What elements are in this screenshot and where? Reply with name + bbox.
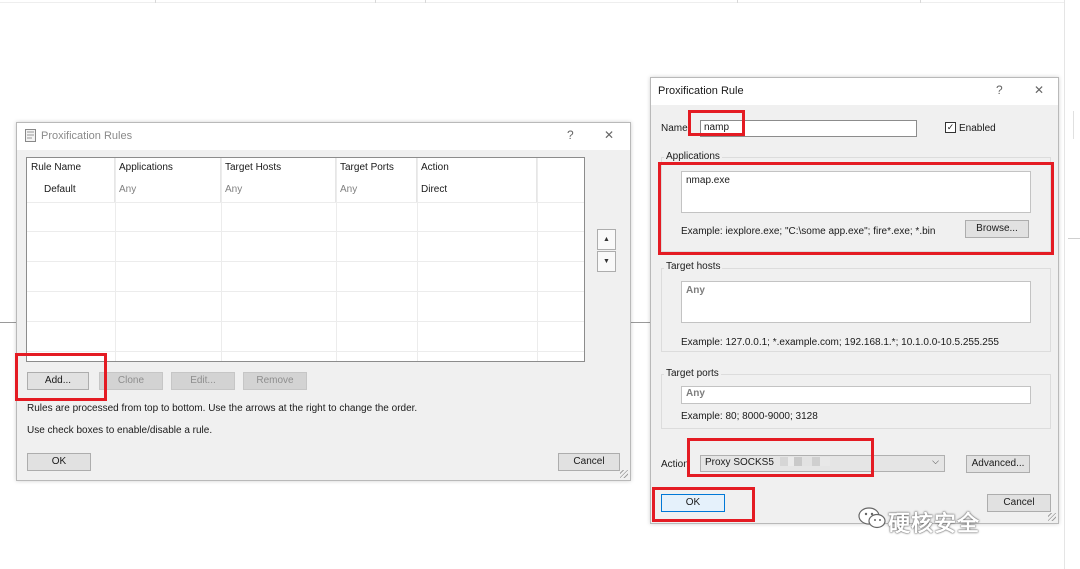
document-icon (25, 129, 36, 142)
ok-button[interactable]: OK (27, 453, 91, 471)
cancel-button[interactable]: Cancel (558, 453, 620, 471)
applications-label: Applications (664, 151, 722, 162)
applications-input[interactable]: nmap.exe (681, 171, 1031, 213)
move-down-button[interactable]: ▼ (597, 251, 616, 272)
table-header: Rule Name Applications Target Hosts Targ… (27, 158, 537, 180)
name-label: Name: (661, 123, 691, 134)
target-hosts-example: Example: 127.0.0.1; *.example.com; 192.1… (681, 337, 999, 348)
target-ports-example: Example: 80; 8000-9000; 3128 (681, 411, 818, 422)
proxification-rules-window: Proxification Rules ? ✕ Rule Name Applic… (16, 122, 631, 481)
grid-line (27, 291, 584, 292)
window-title: Proxification Rule (658, 85, 744, 97)
remove-button[interactable]: Remove (243, 372, 307, 390)
grid-column-line (221, 158, 222, 361)
advanced-button[interactable]: Advanced... (966, 455, 1030, 473)
background-divider (0, 322, 16, 323)
applications-example: Example: iexplore.exe; "C:\some app.exe"… (681, 226, 936, 237)
target-hosts-label: Target hosts (664, 261, 723, 272)
grid-column-line (336, 158, 337, 361)
ok-button[interactable]: OK (661, 494, 725, 512)
target-ports-label: Target ports (664, 368, 721, 379)
watermark-text: 硬核安全 (888, 512, 981, 537)
background-tick (155, 0, 156, 3)
cell-action: Direct (417, 180, 537, 202)
column-header-action[interactable]: Action (417, 158, 537, 180)
help-button[interactable]: ? (996, 83, 1003, 97)
grid-line (27, 231, 584, 232)
grid-line (27, 261, 584, 262)
rules-table[interactable]: Rule Name Applications Target Hosts Targ… (26, 157, 585, 362)
cell-target-hosts: Any (221, 180, 336, 202)
grid-column-line (115, 158, 116, 361)
close-button[interactable]: ✕ (604, 128, 614, 142)
enabled-checkbox[interactable]: ✓ (945, 122, 956, 133)
cancel-button[interactable]: Cancel (987, 494, 1051, 512)
grid-line (27, 351, 584, 352)
clone-button[interactable]: Clone (99, 372, 163, 390)
grid-line (27, 202, 584, 203)
grid-column-line (537, 158, 538, 361)
action-label: Action (661, 459, 689, 470)
cell-rule-name: Default (27, 180, 115, 202)
column-header-applications[interactable]: Applications (115, 158, 221, 180)
rules-order-info: Rules are processed from top to bottom. … (27, 403, 418, 414)
background-tick (737, 0, 738, 3)
wechat-icon (858, 507, 886, 529)
title-bar[interactable]: Proxification Rule ? ✕ (651, 78, 1058, 105)
title-bar[interactable]: Proxification Rules ? ✕ (17, 123, 630, 150)
edit-button[interactable]: Edit... (171, 372, 235, 390)
target-hosts-input[interactable]: Any (681, 281, 1031, 323)
enabled-label: Enabled (959, 123, 996, 134)
background-divider (629, 322, 650, 323)
background-edge (1068, 238, 1080, 239)
redacted-proxy-address (779, 457, 830, 466)
background-divider (1064, 0, 1065, 569)
close-button[interactable]: ✕ (1034, 83, 1044, 97)
cell-target-ports: Any (336, 180, 417, 202)
column-header-target-ports[interactable]: Target Ports (336, 158, 417, 180)
help-button[interactable]: ? (567, 128, 574, 142)
grid-column-line (417, 158, 418, 361)
table-row[interactable]: Default Any Any Any Direct (27, 180, 537, 202)
column-header-rule-name[interactable]: Rule Name (27, 158, 115, 180)
background-edge (1073, 111, 1080, 139)
proxification-rule-window: Proxification Rule ? ✕ Name: namp ✓ Enab… (650, 77, 1059, 524)
window-title: Proxification Rules (41, 130, 133, 142)
background-tick (425, 0, 426, 3)
background-tick (920, 0, 921, 3)
action-select[interactable]: Proxy SOCKS5 ⌵ (700, 455, 945, 472)
action-select-value: Proxy SOCKS5 (705, 457, 774, 468)
target-ports-input[interactable]: Any (681, 386, 1031, 404)
grid-line (27, 321, 584, 322)
browse-button[interactable]: Browse... (965, 220, 1029, 238)
resize-grip-icon[interactable] (620, 470, 628, 478)
column-header-target-hosts[interactable]: Target Hosts (221, 158, 336, 180)
rules-checkbox-info: Use check boxes to enable/disable a rule… (27, 425, 213, 436)
cell-applications: Any (115, 180, 221, 202)
name-input[interactable]: namp (700, 120, 917, 137)
background-app-toolbar-edge (0, 0, 1064, 3)
resize-grip-icon[interactable] (1048, 513, 1056, 521)
background-tick (375, 0, 376, 3)
chevron-down-icon: ⌵ (932, 456, 939, 466)
move-up-button[interactable]: ▲ (597, 229, 616, 250)
add-button[interactable]: Add... (27, 372, 89, 390)
